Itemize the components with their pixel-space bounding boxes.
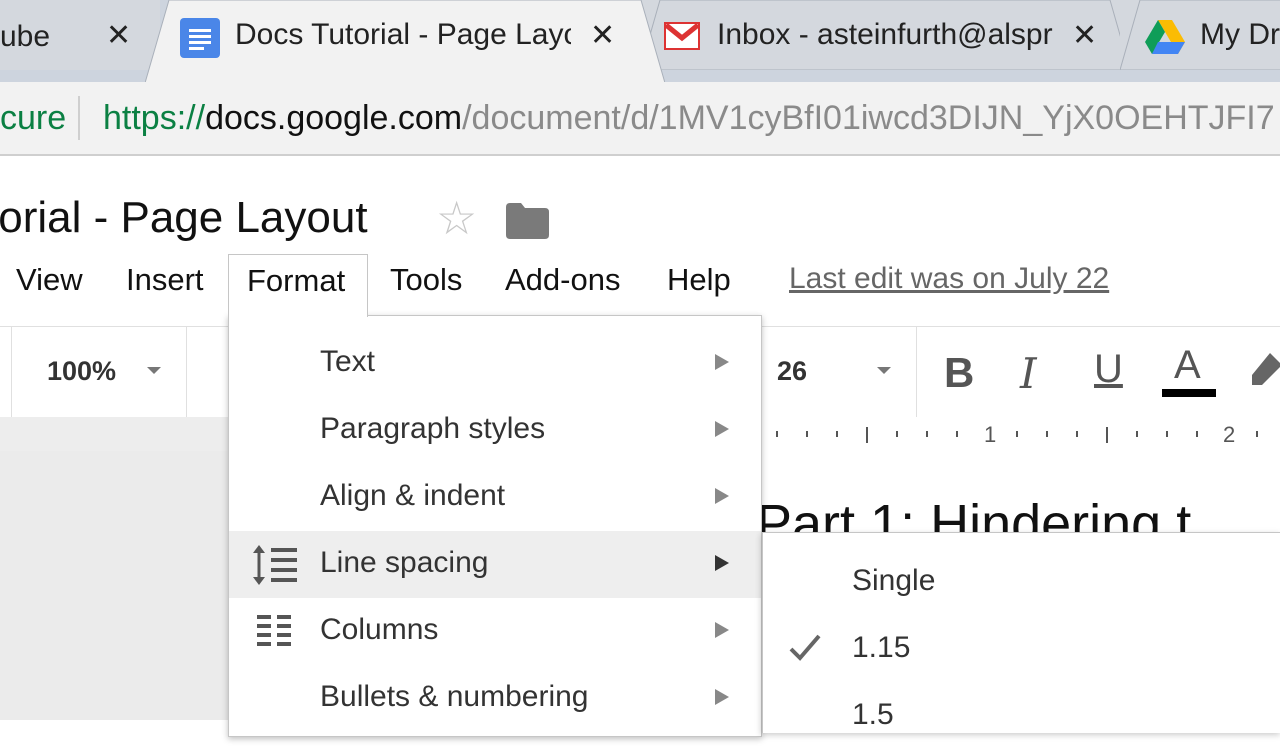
menu-insert[interactable]: Insert: [126, 262, 204, 298]
submenu-arrow-icon: [715, 622, 729, 638]
google-drive-icon: [1145, 20, 1185, 54]
close-icon[interactable]: ✕: [106, 16, 131, 56]
chevron-down-icon[interactable]: [147, 367, 161, 374]
menu-item-label: Columns: [320, 613, 439, 646]
submenu-arrow-icon: [715, 689, 729, 705]
line-spacing-option-1-5[interactable]: 1.5: [763, 683, 1280, 750]
ruler-tick: [956, 431, 958, 437]
submenu-arrow-icon: [715, 488, 729, 504]
chevron-down-icon[interactable]: [877, 367, 891, 374]
horizontal-ruler[interactable]: 1 2: [762, 417, 1280, 451]
zoom-select[interactable]: 100%: [47, 356, 116, 387]
ruler-tick: [1166, 431, 1168, 437]
ruler-tick: [866, 427, 868, 443]
tab-title: Docs Tutorial - Page Layo: [235, 18, 571, 51]
ruler-tick: [1106, 427, 1108, 443]
format-menu-item-bullets-numbering[interactable]: Bullets & numbering: [229, 665, 761, 732]
text-color-swatch: [1162, 389, 1216, 397]
menu-item-label: Paragraph styles: [320, 412, 546, 445]
submenu-arrow-icon: [715, 354, 729, 370]
menu-tools[interactable]: Tools: [390, 262, 462, 298]
bold-icon[interactable]: B: [944, 349, 974, 397]
menu-format[interactable]: Format: [247, 263, 345, 299]
menu-format-open[interactable]: Format: [228, 254, 368, 317]
last-edit-link[interactable]: Last edit was on July 22: [789, 262, 1109, 296]
url-scheme: https://: [103, 99, 206, 137]
ruler-tick: [1196, 431, 1198, 437]
ruler-label: 2: [1223, 422, 1235, 447]
google-docs-icon: [180, 18, 220, 58]
ruler-tick: [1076, 431, 1078, 437]
format-menu: Text Paragraph styles Align & indent Lin…: [228, 315, 762, 737]
gmail-icon: [664, 22, 700, 50]
toolbar-separator: [11, 327, 12, 417]
security-label[interactable]: cure: [0, 99, 66, 138]
line-spacing-icon: [253, 545, 297, 585]
toolbar-separator: [916, 327, 917, 417]
ruler-tick: [836, 431, 838, 437]
document-title[interactable]: torial - Page Layout: [0, 193, 368, 243]
menu-item-label: Bullets & numbering: [320, 680, 589, 713]
menu-addons[interactable]: Add-ons: [505, 262, 620, 298]
columns-icon: [257, 615, 291, 646]
submenu-arrow-icon: [715, 555, 729, 571]
highlight-pen-icon[interactable]: [1248, 349, 1280, 393]
star-outline-icon[interactable]: ☆: [436, 193, 477, 243]
line-spacing-submenu: Single 1.15 1.5: [762, 532, 1280, 733]
line-spacing-option-1-15[interactable]: 1.15: [763, 616, 1280, 683]
url-path: /document/d/1MV1cyBfI01iwcd3DIJN_YjX0OEH…: [462, 99, 1275, 137]
ruler-tick: [896, 431, 898, 437]
ruler-tick: [806, 431, 808, 437]
menu-item-label: 1.5: [852, 698, 894, 731]
format-menu-item-columns[interactable]: Columns: [229, 598, 761, 665]
browser-tab-docs[interactable]: Docs Tutorial - Page Layo ✕: [145, 0, 665, 82]
text-color-letter: A: [1174, 343, 1201, 387]
submenu-arrow-icon: [715, 421, 729, 437]
url-text[interactable]: https://docs.google.com/document/d/1MV1c…: [103, 99, 1275, 138]
format-menu-item-paragraph-styles[interactable]: Paragraph styles: [229, 397, 761, 464]
ruler-tick: [1046, 431, 1048, 437]
menu-item-label: Align & indent: [320, 479, 506, 512]
ruler-tick: [1256, 431, 1258, 437]
format-menu-item-text[interactable]: Text: [229, 330, 761, 397]
close-icon[interactable]: ✕: [590, 16, 615, 56]
tab-title: ube: [0, 20, 51, 53]
ruler-tick: [1016, 431, 1018, 437]
url-host: docs.google.com: [205, 99, 463, 137]
address-bar[interactable]: cure https://docs.google.com/document/d/…: [0, 82, 1280, 156]
browser-tab-youtube[interactable]: ube ✕: [0, 0, 160, 70]
font-size-select[interactable]: 26: [777, 356, 807, 387]
tab-title: Inbox - asteinfurth@alspr: [717, 18, 1053, 51]
menu-item-label: Text: [320, 345, 376, 378]
text-color-icon[interactable]: A: [1162, 343, 1216, 399]
browser-tab-gmail[interactable]: Inbox - asteinfurth@alspr ✕: [640, 0, 1130, 70]
line-spacing-option-single[interactable]: Single: [763, 549, 1280, 616]
ruler-tick: [926, 431, 928, 437]
menu-item-label: Line spacing: [320, 546, 489, 579]
browser-tab-drive[interactable]: My Dri: [1120, 0, 1280, 70]
checkmark-icon: [789, 634, 821, 661]
ruler-tick: [776, 431, 778, 437]
close-icon[interactable]: ✕: [1072, 16, 1097, 56]
folder-icon[interactable]: [506, 203, 549, 239]
format-menu-item-line-spacing[interactable]: Line spacing: [229, 531, 761, 598]
menu-item-label: 1.15: [852, 631, 911, 664]
underline-icon[interactable]: U: [1094, 347, 1123, 392]
toolbar-separator: [186, 327, 187, 417]
divider: [78, 96, 80, 140]
browser-tab-bar: ube ✕ Inbox - asteinfurth@alspr ✕ My Dri: [0, 0, 1280, 82]
ruler-label: 1: [984, 422, 996, 447]
ruler-tick: [1136, 431, 1138, 437]
menu-view[interactable]: View: [16, 262, 83, 298]
format-menu-item-align-indent[interactable]: Align & indent: [229, 464, 761, 531]
italic-icon[interactable]: I: [1020, 349, 1037, 398]
menu-item-label: Single: [852, 564, 936, 597]
menu-help[interactable]: Help: [667, 262, 731, 298]
tab-title: My Dri: [1200, 18, 1280, 51]
